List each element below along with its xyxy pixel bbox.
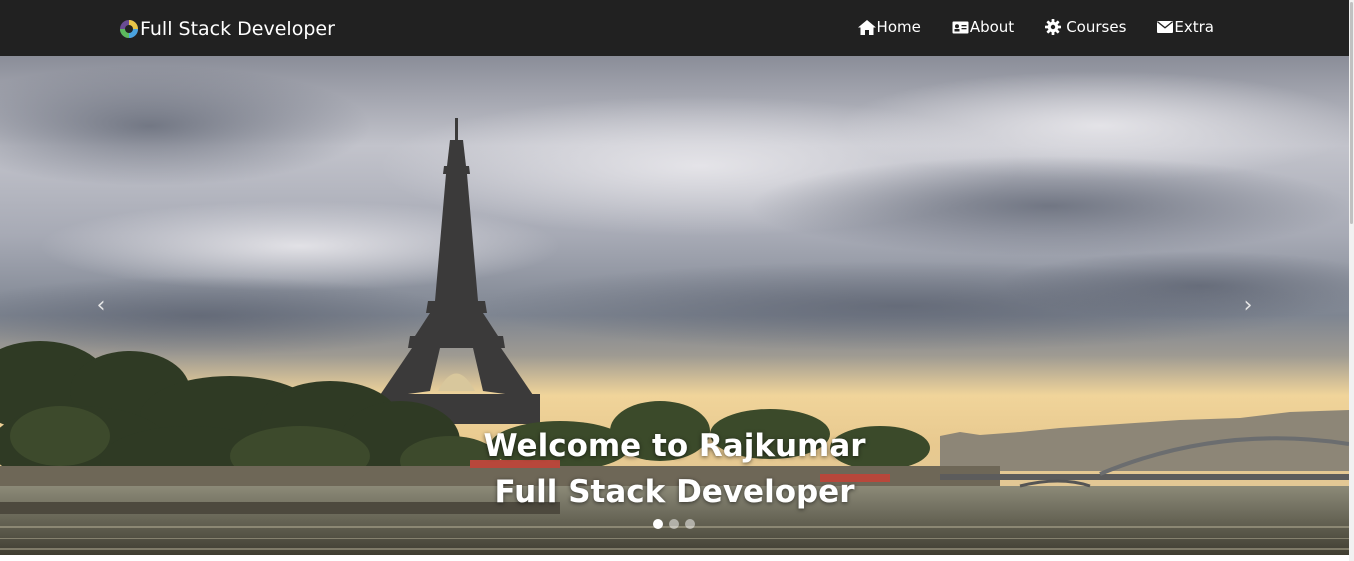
nav-about[interactable]: About [952,18,1014,36]
brand-link[interactable]: Full Stack Developer [119,17,335,41]
carousel-indicator-1[interactable] [653,519,663,529]
brand-logo-icon [120,20,138,38]
scrollbar-thumb[interactable] [1350,2,1353,224]
carousel-next-button[interactable]: › [1238,294,1258,318]
home-icon [857,19,876,35]
nav-home-label: Home [876,18,921,36]
nav-courses-label: Courses [1066,18,1127,36]
carousel-indicators [653,519,701,529]
carousel-indicator-3[interactable] [685,519,695,529]
nav-extra[interactable]: Extra [1157,18,1214,36]
caption-line-2: Full Stack Developer [494,474,855,510]
caption-line-1: Welcome to Rajkumar [483,428,866,464]
brand-text: Full Stack Developer [140,18,335,40]
envelope-icon [1157,21,1174,33]
navbar: Full Stack Developer Home About Courses … [0,0,1349,56]
nav-links: Home About Courses Extra [827,18,1214,36]
nav-home[interactable]: Home [857,18,921,36]
id-card-icon [952,21,969,33]
nav-courses[interactable]: Courses [1045,18,1126,36]
gear-icon [1045,19,1062,35]
nav-about-label: About [969,18,1015,36]
carousel-indicator-2[interactable] [669,519,679,529]
carousel-prev-button[interactable]: ‹ [91,294,111,318]
page-scrollbar[interactable] [1349,0,1354,561]
hero-carousel: ‹ › Welcome to Rajkumar Full Stack Devel… [0,56,1349,555]
carousel-caption: Welcome to Rajkumar Full Stack Developer [0,423,1349,515]
nav-extra-label: Extra [1174,18,1214,36]
